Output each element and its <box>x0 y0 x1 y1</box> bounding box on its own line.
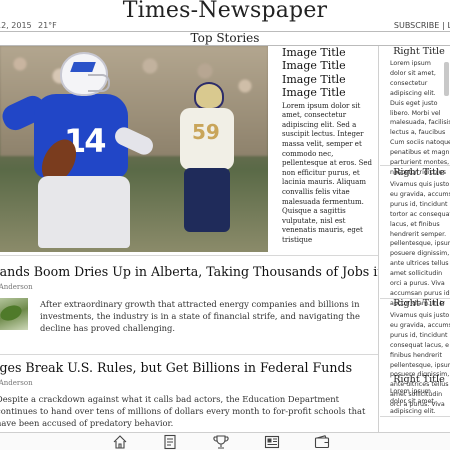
section-title: Top Stories <box>190 31 260 45</box>
sidebar-story-body: Lorem ipsum dolor sit amet, adipiscing e… <box>390 388 436 415</box>
sidebar-story-title[interactable]: Right Title <box>380 167 450 178</box>
sidebar-story-title[interactable]: Right Title <box>380 298 450 309</box>
account-links: SUBSCRIBE | L <box>394 21 450 30</box>
column-divider <box>378 46 379 432</box>
hero-story[interactable]: Image Title Image Title Image Title Imag… <box>282 46 378 252</box>
right-sidebar: Right Title Lorem ipsum dolor sit amet, … <box>380 46 450 432</box>
sidebar-story-title[interactable]: Right Title <box>380 46 450 57</box>
article-byline: n Anderson <box>0 283 33 291</box>
sidebar-story[interactable]: Right Title Lorem ipsum dolor sit amet, … <box>380 374 450 417</box>
defender-figure: 59 <box>168 82 238 232</box>
newspaper-icon <box>264 435 280 449</box>
home-icon <box>113 435 127 449</box>
main-column: 59 14 Image Title Image Title Image Titl… <box>0 46 378 432</box>
article-byline: n Anderson <box>0 379 33 387</box>
hero-title-line: Image Title <box>282 46 346 59</box>
tab-newspaper[interactable] <box>262 434 282 450</box>
hero-title-line: Image Title <box>282 59 346 73</box>
login-link-fragment[interactable]: | L <box>442 21 450 30</box>
quarterback-figure: 14 <box>0 52 162 252</box>
sidebar-story-body: Lorem ipsum dolor sit amet, consectetur … <box>390 60 450 176</box>
article-card[interactable]: eges Break U.S. Rules, but Get Billions … <box>0 360 378 432</box>
masthead: Times-Newspaper 12, 2015 21°F SUBSCRIBE|… <box>0 0 450 32</box>
hero-body-text: Lorem ipsum dolor sit amet, consectetur … <box>282 101 373 244</box>
tab-sports[interactable] <box>211 434 231 450</box>
article-headline[interactable]: eges Break U.S. Rules, but Get Billions … <box>0 360 352 375</box>
article-thumbnail[interactable] <box>0 298 28 330</box>
article-headline[interactable]: Sands Boom Dries Up in Alberta, Taking T… <box>0 264 378 279</box>
tab-documents[interactable] <box>160 434 180 450</box>
subscribe-link[interactable]: SUBSCRIBE <box>394 21 439 30</box>
trophy-icon <box>213 435 229 449</box>
sidebar-divider <box>380 165 450 166</box>
document-icon <box>164 434 176 450</box>
hero-title-line: Image Title <box>282 86 346 100</box>
wallet-icon <box>314 435 330 449</box>
article-summary: Despite a crackdown against what it call… <box>0 394 366 428</box>
tab-home[interactable] <box>110 434 130 450</box>
temperature-label: 21°F <box>38 21 57 30</box>
date-label: 12, 2015 <box>0 21 32 30</box>
article-summary: After extraordinary growth that attracte… <box>40 299 360 333</box>
bottom-tab-bar <box>0 432 450 450</box>
hero-photo[interactable]: 59 14 <box>0 46 268 252</box>
article-card[interactable]: Sands Boom Dries Up in Alberta, Taking T… <box>0 264 378 356</box>
sidebar-story-title[interactable]: Right Title <box>380 374 450 385</box>
sidebar-story-body: Vivamus quis justo eu gravida, accumsan … <box>390 181 450 307</box>
sidebar-story[interactable]: Right Title Vivamus quis justo eu gravid… <box>380 167 450 309</box>
hero-title-line: Image Title <box>282 72 346 86</box>
sidebar-story[interactable]: Right Title Lorem ipsum dolor sit amet, … <box>380 46 450 178</box>
sidebar-scrollbar[interactable] <box>444 62 449 96</box>
tab-wallet[interactable] <box>312 434 332 450</box>
hero-divider <box>0 255 378 256</box>
article-divider <box>0 354 378 355</box>
